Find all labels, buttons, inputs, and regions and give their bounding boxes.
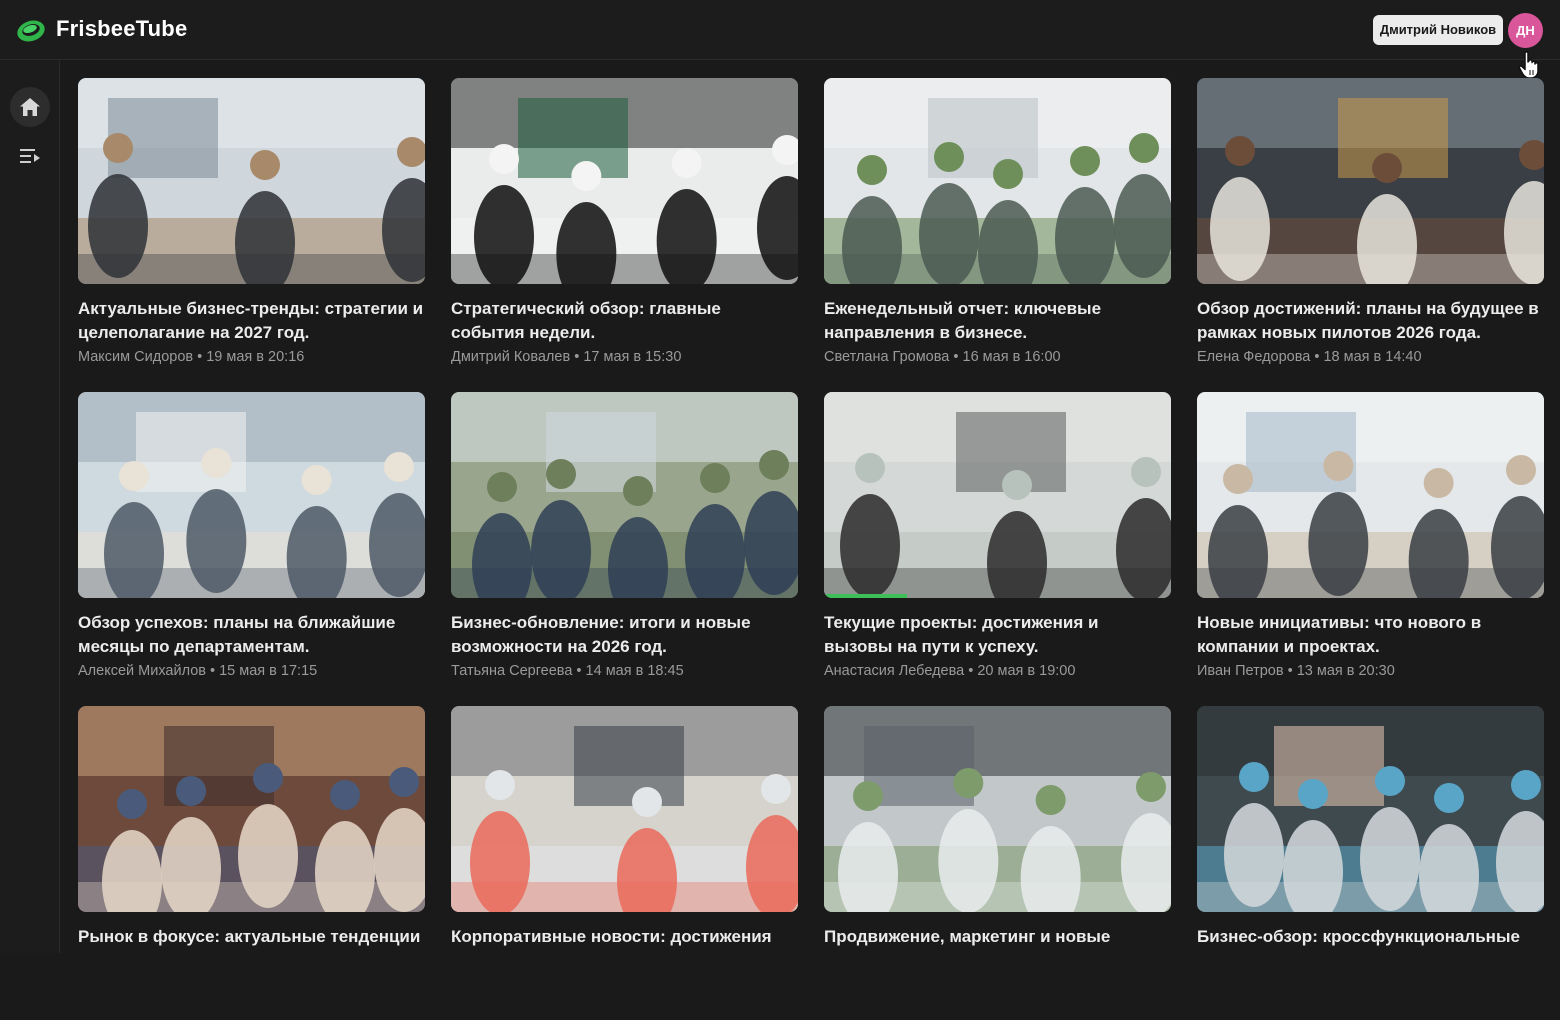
- video-title[interactable]: Стратегический обзор: главные события не…: [451, 297, 798, 345]
- video-card[interactable]: Корпоративные новости: достижения: [451, 706, 798, 1020]
- frisbee-logo-icon[interactable]: [16, 17, 46, 43]
- sidebar-item-home[interactable]: [10, 87, 50, 127]
- meta-separator: •: [570, 349, 584, 365]
- video-thumbnail[interactable]: [824, 706, 1171, 912]
- video-meta: Алексей Михайлов • 15 мая в 17:15: [78, 661, 425, 681]
- video-card[interactable]: Бизнес-обзор: кроссфункциональные: [1197, 706, 1544, 1020]
- video-card[interactable]: Стратегический обзор: главные события не…: [451, 78, 798, 392]
- video-date: 14 мая в 18:45: [585, 663, 684, 679]
- app-title[interactable]: FrisbeeTube: [56, 16, 187, 42]
- video-thumbnail[interactable]: [78, 706, 425, 912]
- video-title[interactable]: Актуальные бизнес-тренды: стратегии и це…: [78, 297, 425, 345]
- video-card[interactable]: Актуальные бизнес-тренды: стратегии и це…: [78, 78, 425, 392]
- video-author[interactable]: Татьяна Сергеева: [451, 663, 572, 679]
- avatar[interactable]: ДН: [1508, 13, 1543, 48]
- video-card[interactable]: Новые инициативы: что нового в компании …: [1197, 392, 1544, 706]
- video-date: 13 мая в 20:30: [1296, 663, 1395, 679]
- video-meta: Елена Федорова • 18 мая в 14:40: [1197, 347, 1544, 367]
- video-author[interactable]: Алексей Михайлов: [78, 663, 206, 679]
- video-thumbnail[interactable]: [78, 392, 425, 598]
- video-card[interactable]: Еженедельный отчет: ключевые направления…: [824, 78, 1171, 392]
- video-title[interactable]: Еженедельный отчет: ключевые направления…: [824, 297, 1171, 345]
- video-title[interactable]: Корпоративные новости: достижения: [451, 925, 798, 973]
- video-thumbnail[interactable]: [451, 78, 798, 284]
- sidebar-item-playlists[interactable]: [10, 136, 50, 176]
- video-date: 20 мая в 19:00: [977, 663, 1076, 679]
- video-date: 17 мая в 15:30: [583, 349, 682, 365]
- video-author[interactable]: Дмитрий Ковалев: [451, 349, 570, 365]
- video-thumbnail[interactable]: [451, 706, 798, 912]
- video-meta: Анастасия Лебедева • 20 мая в 19:00: [824, 661, 1171, 681]
- video-title[interactable]: Продвижение, маркетинг и новые: [824, 925, 1171, 973]
- video-title[interactable]: Рынок в фокусе: актуальные тенденции: [78, 925, 425, 973]
- video-thumbnail[interactable]: [1197, 706, 1544, 912]
- user-name-button[interactable]: Дмитрий Новиков: [1373, 15, 1503, 45]
- video-thumbnail[interactable]: [78, 78, 425, 284]
- sidebar: [0, 61, 60, 953]
- hand-cursor-icon: [1518, 51, 1539, 79]
- playlist-icon: [20, 149, 40, 163]
- video-date: 19 мая в 20:16: [206, 349, 305, 365]
- video-meta: Татьяна Сергеева • 14 мая в 18:45: [451, 661, 798, 681]
- video-thumbnail[interactable]: [1197, 78, 1544, 284]
- video-card[interactable]: Бизнес-обновление: итоги и новые возможн…: [451, 392, 798, 706]
- video-meta: Дмитрий Ковалев • 17 мая в 15:30: [451, 347, 798, 367]
- video-thumbnail[interactable]: [824, 78, 1171, 284]
- video-title[interactable]: Бизнес-обзор: кроссфункциональные: [1197, 925, 1544, 973]
- video-meta: Светлана Громова • 16 мая в 16:00: [824, 347, 1171, 367]
- meta-separator: •: [964, 663, 978, 679]
- video-date: 15 мая в 17:15: [219, 663, 318, 679]
- video-author[interactable]: Елена Федорова: [1197, 349, 1310, 365]
- top-bar: FrisbeeTube Дмитрий Новиков ДН: [0, 0, 1560, 79]
- meta-separator: •: [193, 349, 207, 365]
- video-grid: Актуальные бизнес-тренды: стратегии и це…: [78, 78, 1544, 1020]
- home-icon: [20, 98, 40, 116]
- video-thumbnail[interactable]: [451, 392, 798, 598]
- meta-separator: •: [949, 349, 963, 365]
- video-card[interactable]: Продвижение, маркетинг и новые: [824, 706, 1171, 1020]
- watch-progress-bar: [824, 594, 908, 598]
- video-title[interactable]: Обзор успехов: планы на ближайшие месяцы…: [78, 611, 425, 659]
- meta-separator: •: [1310, 349, 1324, 365]
- meta-separator: •: [1283, 663, 1297, 679]
- video-card[interactable]: Рынок в фокусе: актуальные тенденции: [78, 706, 425, 1020]
- video-author[interactable]: Иван Петров: [1197, 663, 1284, 679]
- video-title[interactable]: Обзор достижений: планы на будущее в рам…: [1197, 297, 1544, 345]
- video-thumbnail[interactable]: [824, 392, 1171, 598]
- video-card[interactable]: Обзор успехов: планы на ближайшие месяцы…: [78, 392, 425, 706]
- video-meta: Максим Сидоров • 19 мая в 20:16: [78, 347, 425, 367]
- video-author[interactable]: Светлана Громова: [824, 349, 949, 365]
- video-title[interactable]: Бизнес-обновление: итоги и новые возможн…: [451, 611, 798, 659]
- video-card[interactable]: Текущие проекты: достижения и вызовы на …: [824, 392, 1171, 706]
- video-title[interactable]: Новые инициативы: что нового в компании …: [1197, 611, 1544, 659]
- video-title[interactable]: Текущие проекты: достижения и вызовы на …: [824, 611, 1171, 659]
- meta-separator: •: [572, 663, 586, 679]
- video-card[interactable]: Обзор достижений: планы на будущее в рам…: [1197, 78, 1544, 392]
- video-thumbnail[interactable]: [1197, 392, 1544, 598]
- video-date: 16 мая в 16:00: [962, 349, 1061, 365]
- video-author[interactable]: Анастасия Лебедева: [824, 663, 964, 679]
- meta-separator: •: [205, 663, 220, 679]
- video-meta: Иван Петров • 13 мая в 20:30: [1197, 661, 1544, 681]
- video-author[interactable]: Максим Сидоров: [78, 349, 193, 365]
- video-date: 18 мая в 14:40: [1323, 349, 1422, 365]
